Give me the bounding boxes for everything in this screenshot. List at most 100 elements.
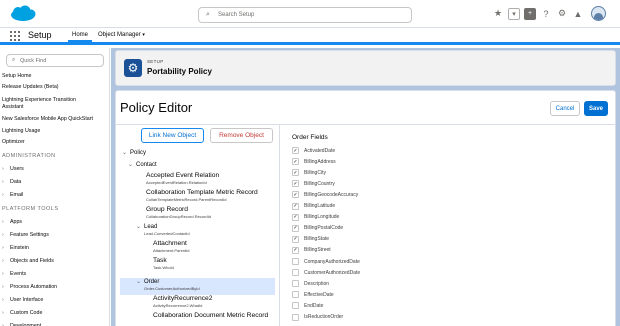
chevron-down-icon[interactable]: ⌄ bbox=[136, 223, 144, 230]
sidebar-item[interactable]: Setup Home bbox=[2, 73, 31, 80]
tree-node-name[interactable]: Accepted Event Relation bbox=[146, 172, 219, 179]
field-checkbox[interactable] bbox=[292, 258, 299, 265]
sidebar-item[interactable]: › User Interface bbox=[2, 297, 43, 304]
chevron-down-icon[interactable]: ⌄ bbox=[136, 278, 144, 285]
tab-object-manager[interactable]: Object Manager ▾ bbox=[94, 28, 149, 42]
field-checkbox[interactable]: ✓ bbox=[292, 191, 299, 199]
sidebar-item[interactable]: Lightning Experience Transition bbox=[2, 97, 76, 104]
chevron-right-icon[interactable]: › bbox=[2, 271, 10, 278]
chevron-down-icon[interactable]: ▾ bbox=[142, 32, 145, 38]
field-checkbox[interactable] bbox=[292, 269, 299, 277]
quick-find-input[interactable]: ⌕ Quick Find bbox=[6, 54, 104, 67]
order-field-row[interactable]: ✓ BillingPostalCode bbox=[292, 224, 343, 232]
field-checkbox[interactable]: ✓ bbox=[292, 169, 299, 177]
cancel-button[interactable]: Cancel bbox=[550, 101, 580, 116]
editor-title: Policy Editor bbox=[120, 100, 193, 115]
order-field-row[interactable]: EndDate bbox=[292, 302, 323, 310]
tree-node-name[interactable]: Attachment bbox=[153, 240, 187, 247]
field-checkbox[interactable] bbox=[292, 291, 299, 299]
search-icon: ⌕ bbox=[206, 11, 210, 18]
chevron-right-icon[interactable]: › bbox=[2, 284, 10, 291]
bell-icon[interactable]: ▲ bbox=[572, 8, 584, 20]
chevron-down-icon[interactable]: ⌄ bbox=[122, 149, 130, 156]
chevron-down-icon[interactable]: ⌄ bbox=[128, 161, 136, 168]
sidebar-item[interactable]: › Users bbox=[2, 166, 24, 173]
chevron-right-icon[interactable]: › bbox=[2, 297, 10, 304]
tree-node-lead[interactable]: ⌄ Lead bbox=[136, 223, 157, 230]
field-checkbox[interactable]: ✓ bbox=[292, 213, 299, 221]
order-field-row[interactable]: CustomerAuthorizedDate bbox=[292, 269, 360, 277]
plus-box-icon[interactable]: + bbox=[524, 7, 536, 20]
chevron-right-icon[interactable]: › bbox=[2, 166, 10, 173]
order-field-row[interactable]: IsReductionOrder bbox=[292, 313, 343, 321]
field-checkbox[interactable]: ✓ bbox=[292, 180, 299, 188]
sidebar-item[interactable]: › Events bbox=[2, 271, 26, 278]
field-checkbox[interactable]: ✓ bbox=[292, 147, 299, 154]
order-field-row[interactable]: CompanyAuthorizedDate bbox=[292, 258, 360, 265]
remove-object-button[interactable]: Remove Object bbox=[210, 128, 273, 143]
sidebar-item[interactable]: › Email bbox=[2, 192, 23, 199]
field-checkbox[interactable] bbox=[292, 280, 299, 288]
sidebar-item[interactable]: Release Updates (Beta) bbox=[2, 84, 59, 91]
order-field-row[interactable]: Description bbox=[292, 280, 329, 288]
order-field-row[interactable]: ✓ BillingLongitude bbox=[292, 213, 339, 221]
salesforce-logo[interactable] bbox=[8, 5, 38, 23]
chevron-right-icon[interactable]: › bbox=[2, 310, 10, 317]
chevron-right-icon[interactable]: › bbox=[2, 232, 10, 239]
tree-node-policy[interactable]: ⌄ Policy bbox=[122, 149, 146, 156]
field-checkbox[interactable] bbox=[292, 302, 299, 310]
sidebar-item[interactable]: › Objects and Fields bbox=[2, 258, 54, 265]
order-field-row[interactable]: ✓ BillingLatitude bbox=[292, 202, 335, 210]
gear-icon[interactable]: ⚙ bbox=[556, 8, 568, 20]
sidebar-item[interactable]: › Feature Settings bbox=[2, 232, 49, 239]
global-search[interactable]: ⌕ Search Setup bbox=[198, 7, 412, 23]
sidebar-item[interactable]: New Salesforce Mobile App QuickStart bbox=[2, 116, 93, 123]
field-checkbox[interactable]: ✓ bbox=[292, 202, 299, 210]
sidebar-item[interactable]: › Einstein bbox=[2, 245, 29, 252]
order-field-row[interactable]: ✓ BillingGeocodeAccuracy bbox=[292, 191, 358, 199]
sidebar-item[interactable]: Assistant bbox=[2, 104, 24, 111]
tree-node-contact[interactable]: ⌄ Contact bbox=[128, 161, 157, 168]
tree-node-name[interactable]: Task bbox=[153, 257, 167, 264]
sidebar-item[interactable]: Lightning Usage bbox=[2, 128, 40, 135]
tree-node-name[interactable]: Group Record bbox=[146, 206, 188, 213]
chevron-right-icon[interactable]: › bbox=[2, 245, 10, 252]
sidebar-item-label: Data bbox=[10, 179, 22, 185]
order-field-row[interactable]: ✓ ActivatedDate bbox=[292, 147, 335, 154]
field-checkbox[interactable]: ✓ bbox=[292, 158, 299, 166]
sidebar-item[interactable]: › Process Automation bbox=[2, 284, 57, 291]
order-field-row[interactable]: ✓ BillingCountry bbox=[292, 180, 335, 188]
question-icon[interactable]: ? bbox=[540, 8, 552, 20]
order-field-row[interactable]: ✓ BillingStreet bbox=[292, 246, 331, 254]
field-checkbox[interactable]: ✓ bbox=[292, 224, 299, 232]
chevron-right-icon[interactable]: › bbox=[2, 258, 10, 265]
chevron-right-icon[interactable]: › bbox=[2, 179, 10, 186]
chevron-right-icon[interactable]: › bbox=[2, 192, 10, 199]
tree-node-name[interactable]: Collaboration Template Metric Record bbox=[146, 189, 258, 196]
order-field-row[interactable]: ✓ BillingCity bbox=[292, 169, 326, 177]
avatar[interactable] bbox=[591, 6, 606, 21]
order-field-row[interactable]: EffectiveDate bbox=[292, 291, 334, 299]
quick-find-placeholder: Quick Find bbox=[20, 58, 47, 64]
sidebar-item[interactable]: › Data bbox=[2, 179, 21, 186]
field-checkbox[interactable] bbox=[292, 313, 299, 321]
app-launcher-icon[interactable] bbox=[10, 31, 20, 41]
favorites-star-icon[interactable]: ★ bbox=[492, 8, 504, 20]
chevron-right-icon[interactable]: › bbox=[2, 219, 10, 226]
favorites-dropdown-icon[interactable]: ▾ bbox=[508, 7, 520, 20]
tree-node-name[interactable]: Collaboration Document Metric Record bbox=[153, 312, 268, 319]
field-checkbox[interactable]: ✓ bbox=[292, 235, 299, 243]
order-field-row[interactable]: ✓ BillingState bbox=[292, 235, 329, 243]
sidebar-item[interactable]: › Custom Code bbox=[2, 310, 42, 317]
tree-node-label: Contact bbox=[136, 162, 157, 168]
sidebar-item-label: User Interface bbox=[10, 297, 44, 303]
tree-node-name[interactable]: ActivityRecurrence2 bbox=[153, 295, 212, 302]
order-field-row[interactable]: ✓ BillingAddress bbox=[292, 158, 336, 166]
field-checkbox[interactable]: ✓ bbox=[292, 246, 299, 254]
sidebar-item[interactable]: Optimizer bbox=[2, 139, 25, 146]
save-button[interactable]: Save bbox=[584, 101, 608, 116]
tree-node-order[interactable]: ⌄ Order bbox=[136, 278, 159, 285]
link-new-object-button[interactable]: Link New Object bbox=[141, 128, 204, 143]
sidebar-item[interactable]: › Apps bbox=[2, 219, 22, 226]
tab-home[interactable]: Home bbox=[68, 28, 93, 42]
